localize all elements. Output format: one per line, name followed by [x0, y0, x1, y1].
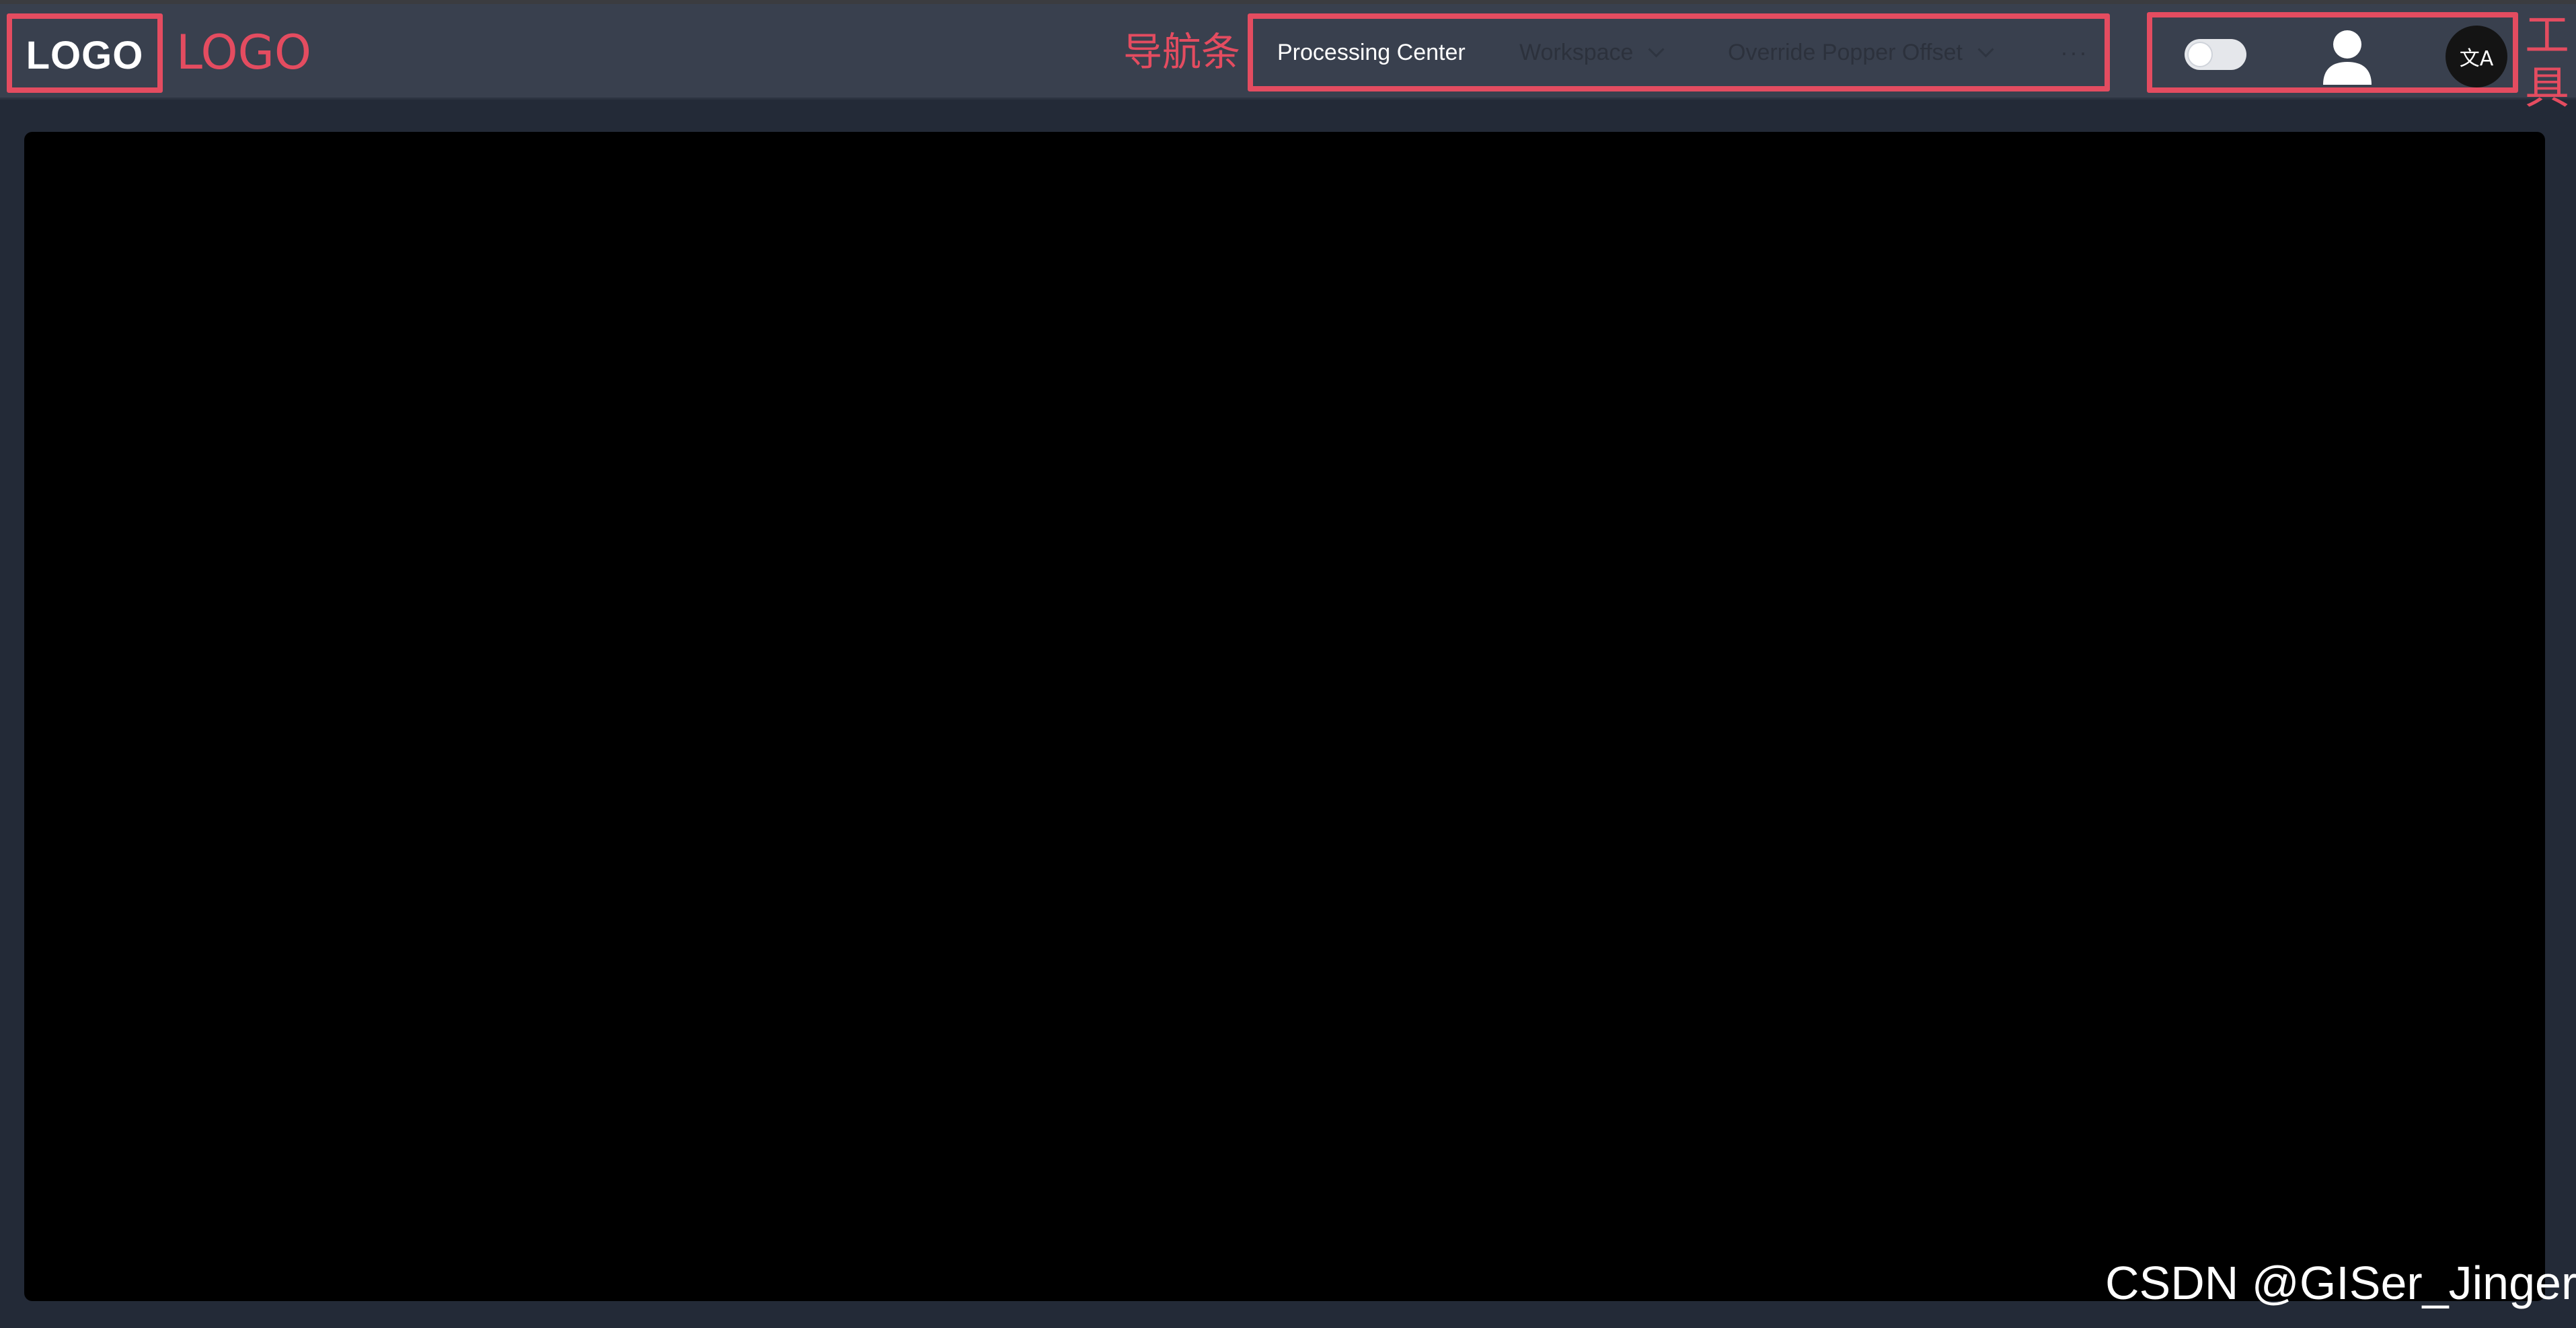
nav-item-override-popper-offset[interactable]: Override Popper Offset	[1728, 19, 1994, 86]
nav-item-label: Workspace	[1519, 39, 1634, 65]
main-content-area	[24, 132, 2545, 1301]
nav-annotation-label: 导航条	[1123, 29, 1241, 75]
nav-menu: Processing Center Workspace Override Pop…	[1253, 19, 2105, 86]
nav-item-label: Override Popper Offset	[1728, 39, 1963, 65]
logo-annotation-label: LOGO	[176, 25, 311, 80]
toggle-knob	[2189, 43, 2211, 66]
nav-item-label: Processing Center	[1277, 39, 1466, 65]
more-icon: ···	[2060, 38, 2088, 66]
tools-annotation-line: 工	[2525, 9, 2569, 61]
app-page: LOGO LOGO 导航条 Processing Center Workspac…	[0, 0, 2576, 1328]
header-bar: LOGO LOGO 导航条 Processing Center Workspac…	[0, 4, 2576, 114]
tools-annotation-label: 工 具	[2524, 9, 2571, 114]
nav-item-processing-center[interactable]: Processing Center	[1277, 19, 1466, 86]
user-icon[interactable]	[2320, 30, 2374, 85]
tools-annotation-line: 具	[2525, 62, 2569, 114]
watermark: CSDN @GISer_Jinger	[2105, 1257, 2576, 1309]
translate-icon[interactable]: 文A	[2446, 26, 2507, 87]
chevron-down-icon	[1648, 40, 1665, 58]
nav-item-workspace[interactable]: Workspace	[1519, 19, 1665, 86]
nav-annotation-box: Processing Center Workspace Override Pop…	[1248, 13, 2110, 91]
chevron-down-icon	[1977, 40, 1994, 58]
logo-annotation-box: LOGO	[7, 13, 163, 93]
nav-more-button[interactable]: ···	[2060, 19, 2088, 86]
theme-toggle[interactable]	[2185, 39, 2246, 70]
tools-annotation-box: 文A	[2147, 12, 2518, 93]
logo[interactable]: LOGO	[12, 19, 157, 87]
